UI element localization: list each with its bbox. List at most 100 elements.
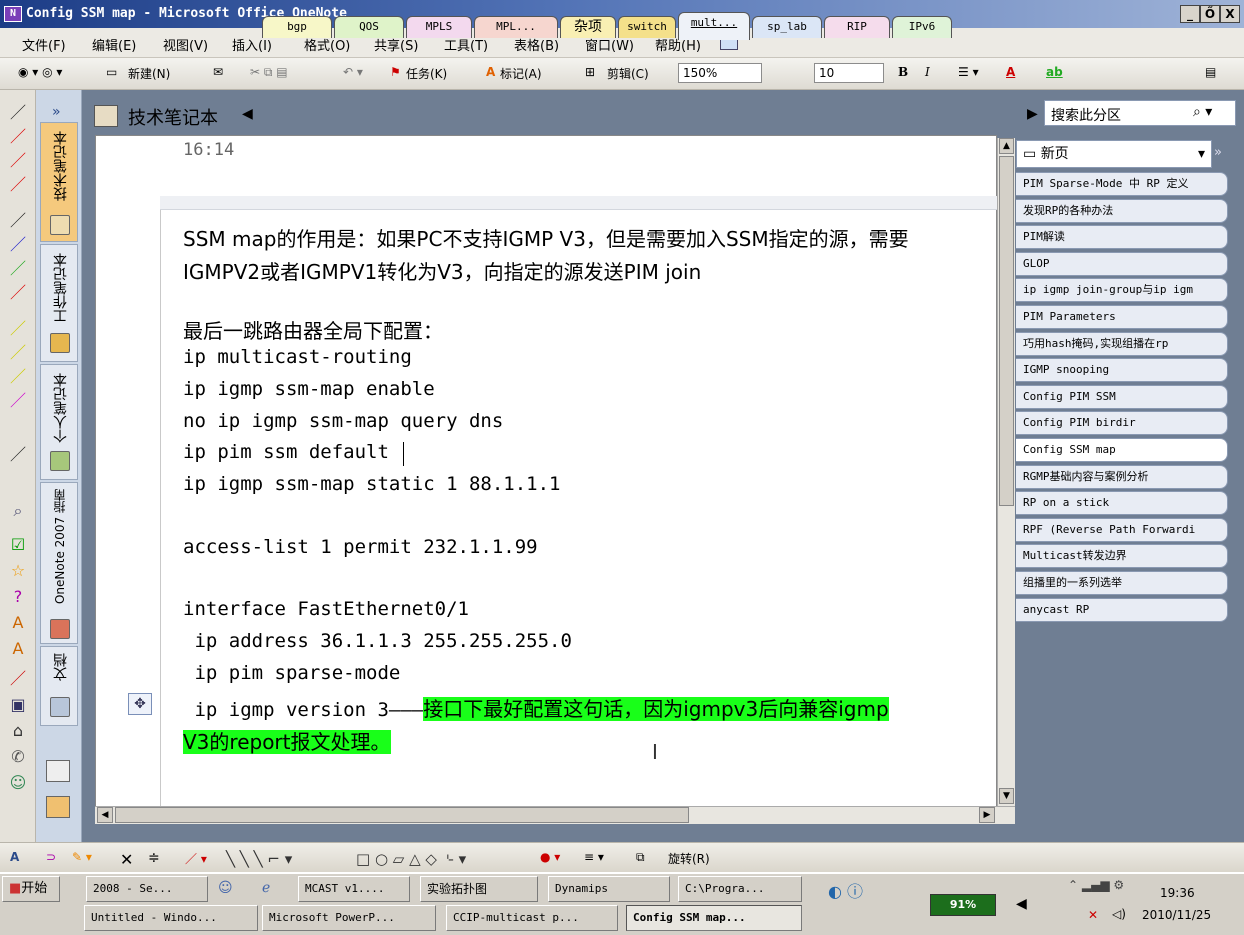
font-color-button[interactable]: A (1006, 65, 1015, 79)
scroll-left-icon[interactable]: ◀ (242, 106, 253, 122)
config-line[interactable]: ip igmp ssm-map enable (183, 378, 435, 400)
section-tab-switch[interactable]: switch (618, 16, 676, 38)
email-icon[interactable]: ✉ (213, 65, 223, 79)
line-weight-icon[interactable]: ≡ ▾ (584, 850, 604, 864)
pen-red-icon[interactable]: ／ (8, 282, 28, 304)
notebook-tab-tech[interactable]: 技术笔记本 (40, 122, 78, 242)
taskbar-item[interactable]: 实验拓扑图 (420, 876, 538, 902)
menu-file[interactable]: 文件(F) (22, 35, 66, 54)
pen-tool-icon[interactable]: ／ ▾ (185, 850, 207, 867)
config-line[interactable]: no ip igmp ssm-map query dns (183, 410, 503, 432)
delete-tool-icon[interactable]: ✕ (120, 850, 133, 869)
phone-icon[interactable]: ✆ (8, 746, 28, 768)
search-icon[interactable]: ⌕ ▾ (1193, 104, 1212, 120)
collapse-pages-icon[interactable]: » (1214, 145, 1222, 160)
lasso-tool-icon[interactable]: ⊃ (46, 850, 56, 864)
page-tab[interactable]: PIM解读 (1016, 225, 1228, 250)
section-tab-ipv6[interactable]: IPv6 (892, 16, 952, 38)
section-tab-sp-lab[interactable]: sp_lab (752, 16, 822, 38)
back-icon[interactable]: ◉ ▾ ◎ ▾ (18, 65, 62, 79)
network-error-icon[interactable]: ✕ (1088, 908, 1098, 922)
page-tab[interactable]: RGMP基础内容与案例分析 (1016, 464, 1228, 489)
color-picker-icon[interactable]: ● ▾ (540, 850, 560, 864)
scroll-left-icon[interactable]: ◀ (97, 807, 113, 823)
pen-green-icon[interactable]: ／ (8, 258, 28, 280)
config-line[interactable]: ip address 36.1.1.3 255.255.255.0 (183, 630, 572, 652)
eraser-tool-icon[interactable]: ✎ ▾ (72, 850, 92, 864)
home-icon[interactable]: ⌂ (8, 720, 28, 742)
search-box[interactable]: 搜索此分区 ⌕ ▾ (1044, 100, 1236, 126)
star-icon[interactable]: ☆ (8, 560, 28, 582)
ie-icon[interactable]: ℯ (262, 880, 270, 896)
notebook-tab-docs[interactable]: 文档 (40, 646, 78, 726)
new-button[interactable]: 新建(N) (128, 65, 170, 82)
section-tab-mult[interactable]: mult... (678, 12, 750, 40)
tray-icons[interactable]: ⌃ ▂▄▆ ⚙ (1068, 878, 1124, 892)
config-line[interactable]: ip igmp ssm-map static 1 88.1.1.1 (183, 473, 561, 495)
power-plug-icon[interactable]: ◀ (1016, 896, 1027, 912)
vertical-scrollbar[interactable]: ▲ ▼ (997, 138, 1015, 806)
page-tab[interactable]: PIM Parameters (1016, 305, 1228, 329)
note-container-grip[interactable] (160, 196, 997, 210)
lasso-icon[interactable]: ⌕ (8, 500, 28, 522)
people-icon[interactable]: ☺ (8, 772, 28, 794)
scroll-right-icon[interactable]: ▶ (979, 807, 995, 823)
messenger-icon[interactable]: ☺ (218, 880, 233, 896)
section-tab-bgp[interactable]: bgp (262, 16, 332, 38)
pen-red-icon[interactable]: ／ (8, 668, 28, 690)
minimize-button[interactable]: _ (1180, 5, 1200, 23)
start-button[interactable]: ■开始 (2, 876, 60, 902)
unfiled-notes-icon[interactable] (46, 760, 70, 782)
tag-icon[interactable]: A (486, 65, 495, 79)
arrange-icon[interactable]: ⧉ (636, 850, 645, 865)
section-tab-mpls[interactable]: MPLS (406, 16, 472, 38)
collapse-nav-icon[interactable]: » (52, 104, 61, 120)
bullets-icon[interactable]: ☰ ▾ (958, 65, 979, 79)
horizontal-scrollbar[interactable]: ◀ ▶ (95, 806, 1015, 824)
page-tab[interactable]: RP on a stick (1016, 491, 1228, 516)
taskbar-item-active[interactable]: Config SSM map... (626, 905, 802, 931)
cut-copy-paste-icons[interactable]: ✂ ⧉ ▤ (250, 65, 288, 80)
move-handle-icon[interactable]: ✥ (128, 693, 152, 715)
quicklaunch-icon[interactable]: ◐ ⓘ (828, 878, 863, 902)
page-tab[interactable]: 组播里的一系列选举 (1016, 571, 1228, 595)
line-shapes-icon[interactable]: ╲ ╲ ╲ ⌐ ▾ (226, 850, 292, 868)
config-line-with-note[interactable]: ip igmp version 3———接口下最好配置这句话，因为igmpv3后… (183, 693, 997, 722)
italic-button[interactable]: I (925, 65, 930, 79)
pen-black-icon[interactable]: ／ (8, 444, 28, 466)
font-icon[interactable]: A (8, 612, 28, 634)
page-tab[interactable]: 发现RP的各种办法 (1016, 198, 1228, 223)
font-icon[interactable]: A (8, 638, 28, 660)
battery-indicator[interactable]: 91% (930, 894, 996, 916)
bold-button[interactable]: B (898, 65, 908, 79)
taskbar-item[interactable]: MCAST v1.... (298, 876, 410, 902)
insert-space-icon[interactable]: ≑ (148, 850, 160, 866)
task-flag-icon[interactable]: ⚑ (390, 65, 401, 79)
page-tab[interactable]: Config PIM SSM (1016, 384, 1228, 409)
page-tab[interactable]: 巧用hash掩码,实现组播在rp (1016, 331, 1228, 356)
volume-icon[interactable]: ◁) (1112, 907, 1126, 921)
task-button[interactable]: 任务(K) (406, 65, 447, 82)
tag-button[interactable]: 标记(A) (500, 65, 542, 82)
all-notebooks-icon[interactable] (46, 796, 70, 818)
taskbar-item[interactable]: CCIP-multicast p... (446, 905, 618, 931)
highlighter-yellow-icon[interactable]: ／ (8, 342, 28, 364)
notebook-tab-work[interactable]: 工作笔记本 (40, 244, 78, 362)
vertical-scroll-thumb[interactable] (999, 156, 1014, 506)
section-tab-mpl[interactable]: MPL... (474, 16, 558, 38)
highlighter-pink-icon[interactable]: ／ (8, 390, 28, 412)
search-input[interactable]: 搜索此分区 (1051, 105, 1121, 125)
shapes-icon[interactable]: □ ○ ▱ △ ◇ ⌎ ▾ (356, 850, 466, 868)
menu-view[interactable]: 视图(V) (163, 35, 208, 54)
intro-line-1[interactable]: SSM map的作用是：如果PC不支持IGMP V3，但是需要加入SSM指定的源… (183, 223, 909, 252)
task-pane-icon[interactable]: ▤ (1205, 65, 1216, 79)
restore-button[interactable]: Ő (1200, 5, 1220, 23)
rotate-button[interactable]: 旋转(R) (668, 850, 710, 867)
pen-blue-icon[interactable]: ／ (8, 234, 28, 256)
highlighter-yellow-icon[interactable]: ／ (8, 318, 28, 340)
contact-icon[interactable]: ▣ (8, 694, 28, 716)
section-tab-qos[interactable]: QOS (334, 16, 404, 38)
page-tab[interactable]: PIM Sparse-Mode 中 RP 定义 (1016, 172, 1228, 196)
config-line[interactable]: ip pim sparse-mode (183, 662, 400, 684)
config-heading[interactable]: 最后一跳路由器全局下配置： (183, 315, 443, 344)
